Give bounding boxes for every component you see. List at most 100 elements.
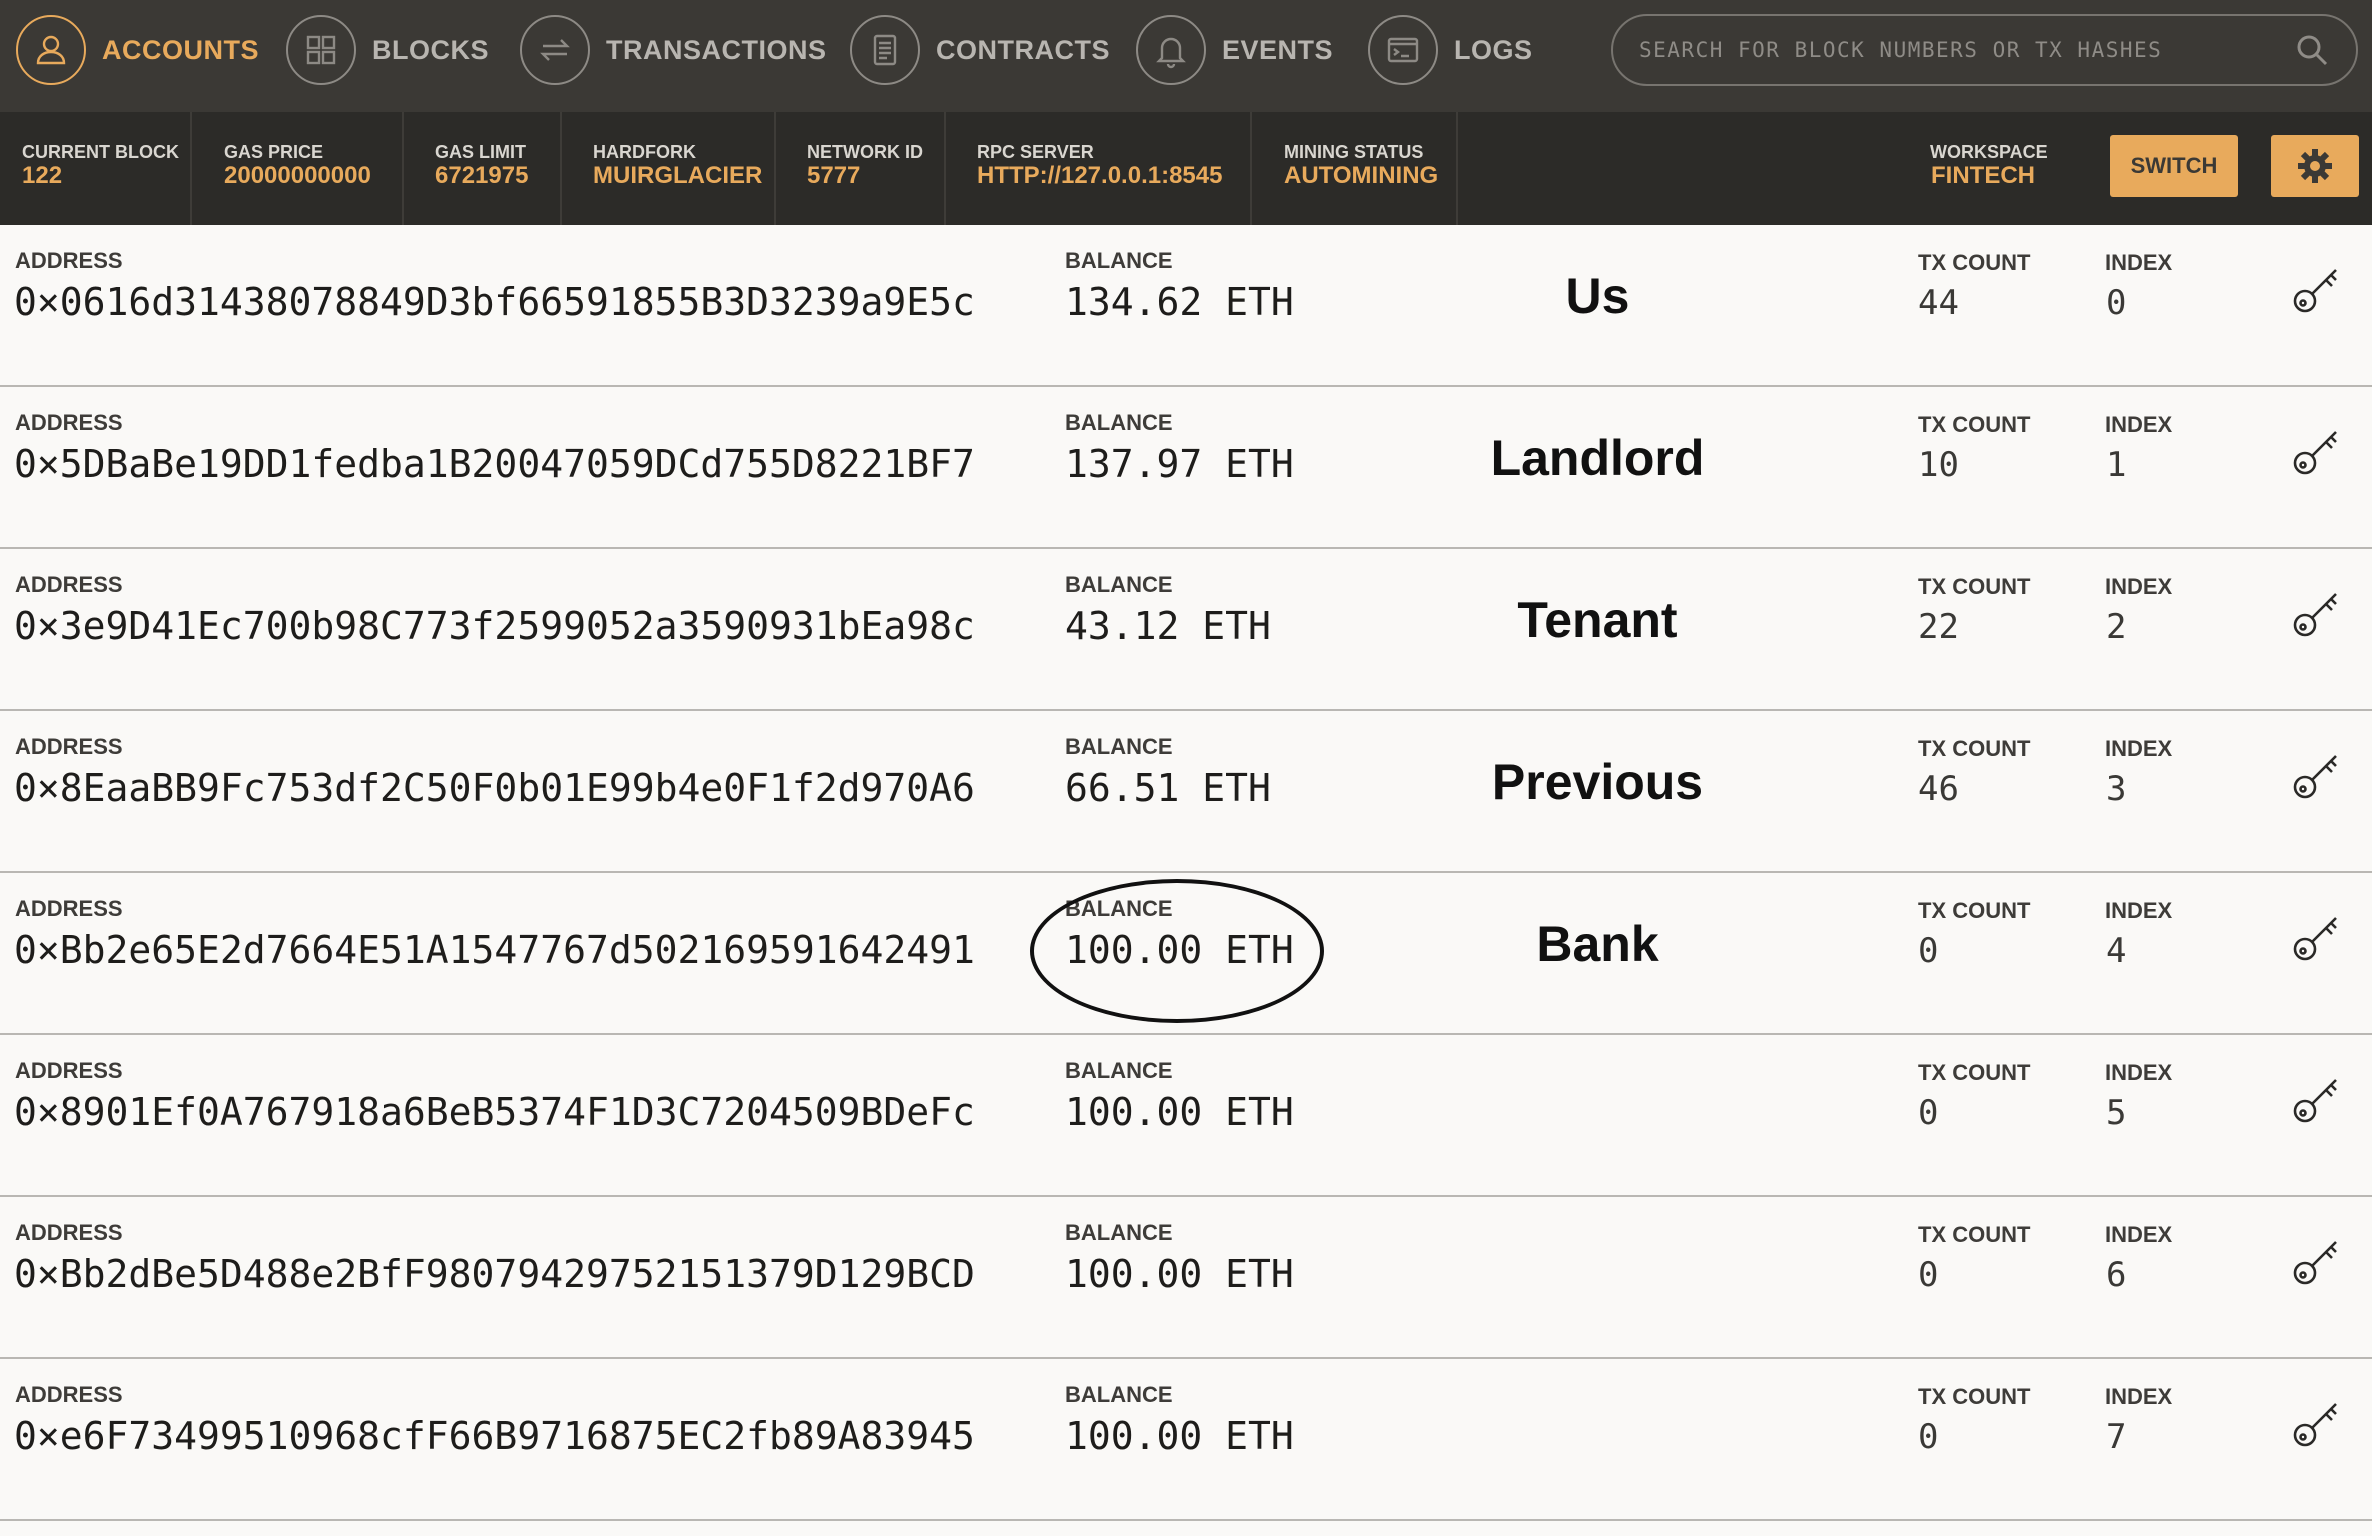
index-value: 5 (2106, 1093, 2127, 1133)
network-id-label: NETWORK ID (807, 142, 923, 162)
account-row[interactable]: ADDRESS 0×8EaaBB9Fc753df2C50F0b01E99b4e0… (0, 711, 2372, 873)
account-annotation: Tenant (1517, 592, 1678, 648)
address-value: 0×Bb2dBe5D488e2BfF98079429752151379D129B… (14, 1252, 975, 1296)
index-label: INDEX (2105, 1060, 2173, 1085)
balance-label: BALANCE (1065, 572, 1173, 597)
address-label: ADDRESS (15, 410, 123, 435)
balance-label: BALANCE (1065, 1058, 1173, 1083)
nav-blocks-label: BLOCKS (372, 34, 489, 65)
index-value: 7 (2106, 1417, 2127, 1457)
tx-count-value: 0 (1918, 1255, 1939, 1295)
grid-icon (286, 15, 356, 85)
key-icon[interactable] (2290, 584, 2346, 640)
address-value: 0×3e9D41Ec700b98C773f2599052a3590931bEa9… (14, 604, 975, 648)
search-input[interactable] (1637, 37, 2292, 63)
address-value: 0×8EaaBB9Fc753df2C50F0b01E99b4e0F1f2d970… (14, 766, 975, 810)
index-value: 2 (2106, 607, 2127, 647)
address-label: ADDRESS (15, 248, 123, 273)
tx-count-label: TX COUNT (1918, 1060, 2031, 1085)
index-label: INDEX (2105, 1384, 2173, 1409)
balance-value: 43.12 ETH (1065, 604, 1271, 648)
key-icon[interactable] (2290, 1232, 2346, 1288)
mining-status-value: AUTOMINING (1284, 162, 1439, 189)
nav-contracts-label: CONTRACTS (936, 34, 1110, 65)
account-row[interactable]: ADDRESS 0×e6F73499510968cfF66B9716875EC2… (0, 1359, 2372, 1521)
key-icon[interactable] (2290, 1070, 2346, 1126)
rpc-server-value: HTTP://127.0.0.1:8545 (977, 162, 1223, 189)
nav-accounts[interactable]: ACCOUNTS (16, 13, 259, 87)
hardfork-stat: HARDFORK MUIRGLACIER (562, 112, 776, 225)
mining-status-label: MINING STATUS (1284, 142, 1424, 162)
settings-button[interactable] (2271, 135, 2359, 197)
switch-workspace-button[interactable]: SWITCH (2110, 135, 2238, 197)
address-label: ADDRESS (15, 734, 123, 759)
nav-contracts[interactable]: CONTRACTS (850, 13, 1110, 87)
index-value: 4 (2106, 931, 2127, 971)
index-value: 6 (2106, 1255, 2127, 1295)
key-icon[interactable] (2290, 422, 2346, 478)
tx-count-value: 0 (1918, 1417, 1939, 1457)
hardfork-value: MUIRGLACIER (593, 162, 763, 189)
account-row[interactable]: ADDRESS 0×5DBaBe19DD1fedba1B20047059DCd7… (0, 387, 2372, 549)
account-row[interactable]: ADDRESS 0×8901Ef0A767918a6BeB5374F1D3C72… (0, 1035, 2372, 1197)
tx-count-label: TX COUNT (1918, 736, 2031, 761)
tx-count-value: 10 (1918, 445, 1959, 485)
hardfork-label: HARDFORK (593, 142, 696, 162)
gas-price-label: GAS PRICE (224, 142, 324, 162)
balance-label: BALANCE (1065, 734, 1173, 759)
arrows-icon (520, 15, 590, 85)
account-annotation: Bank (1536, 916, 1659, 972)
key-icon[interactable] (2290, 260, 2346, 316)
index-label: INDEX (2105, 1222, 2173, 1247)
search-icon[interactable] (2292, 30, 2332, 70)
balance-label: BALANCE (1065, 896, 1173, 921)
tx-count-label: TX COUNT (1918, 250, 2031, 275)
document-icon (850, 15, 920, 85)
address-value: 0×e6F73499510968cfF66B9716875EC2fb89A839… (14, 1414, 975, 1458)
tx-count-value: 22 (1918, 607, 1959, 647)
account-annotation: Landlord (1490, 430, 1705, 486)
gas-price-stat: GAS PRICE 20000000000 (192, 112, 404, 225)
index-label: INDEX (2105, 736, 2173, 761)
balance-value: 137.97 ETH (1065, 442, 1294, 486)
address-label: ADDRESS (15, 572, 123, 597)
address-label: ADDRESS (15, 1382, 123, 1407)
search-bar (1611, 14, 2358, 86)
tx-count-label: TX COUNT (1918, 412, 2031, 437)
tx-count-value: 0 (1918, 931, 1939, 971)
rpc-server-label: RPC SERVER (977, 142, 1094, 162)
index-value: 1 (2106, 445, 2127, 485)
user-icon (16, 15, 86, 85)
nav-transactions[interactable]: TRANSACTIONS (520, 13, 827, 87)
key-icon[interactable] (2290, 1394, 2346, 1450)
nav-events[interactable]: EVENTS (1136, 13, 1333, 87)
gas-limit-stat: GAS LIMIT 6721975 (404, 112, 562, 225)
address-value: 0×8901Ef0A767918a6BeB5374F1D3C7204509BDe… (14, 1090, 975, 1134)
index-label: INDEX (2105, 574, 2173, 599)
key-icon[interactable] (2290, 746, 2346, 802)
index-value: 0 (2106, 283, 2127, 323)
balance-value: 100.00 ETH (1065, 928, 1294, 972)
current-block-stat: CURRENT BLOCK 122 (0, 112, 192, 225)
mining-status-stat: MINING STATUS AUTOMINING (1252, 112, 1458, 225)
nav-events-label: EVENTS (1222, 34, 1334, 65)
nav-logs-label: LOGS (1454, 34, 1533, 65)
tx-count-value: 44 (1918, 283, 1959, 323)
address-value: 0×5DBaBe19DD1fedba1B20047059DCd755D8221B… (14, 442, 975, 486)
account-row[interactable]: ADDRESS 0×Bb2dBe5D488e2BfF98079429752151… (0, 1197, 2372, 1359)
rpc-server-stat: RPC SERVER HTTP://127.0.0.1:8545 (946, 112, 1252, 225)
key-icon[interactable] (2290, 908, 2346, 964)
account-row[interactable]: ADDRESS 0×0616d31438078849D3bf66591855B3… (0, 225, 2372, 387)
address-value: 0×Bb2e65E2d7664E51A1547767d5021695916424… (14, 928, 975, 972)
gear-icon (2298, 149, 2332, 183)
account-row[interactable]: ADDRESS 0×Bb2e65E2d7664E51A1547767d50216… (0, 873, 2372, 1035)
account-row[interactable]: ADDRESS 0×3e9D41Ec700b98C773f2599052a359… (0, 549, 2372, 711)
terminal-icon (1368, 15, 1438, 85)
index-label: INDEX (2105, 412, 2173, 437)
network-id-stat: NETWORK ID 5777 (776, 112, 946, 225)
nav-blocks[interactable]: BLOCKS (286, 13, 489, 87)
current-block-value: 122 (22, 162, 63, 189)
nav-logs[interactable]: LOGS (1368, 13, 1533, 87)
tx-count-label: TX COUNT (1918, 898, 2031, 923)
index-label: INDEX (2105, 898, 2173, 923)
